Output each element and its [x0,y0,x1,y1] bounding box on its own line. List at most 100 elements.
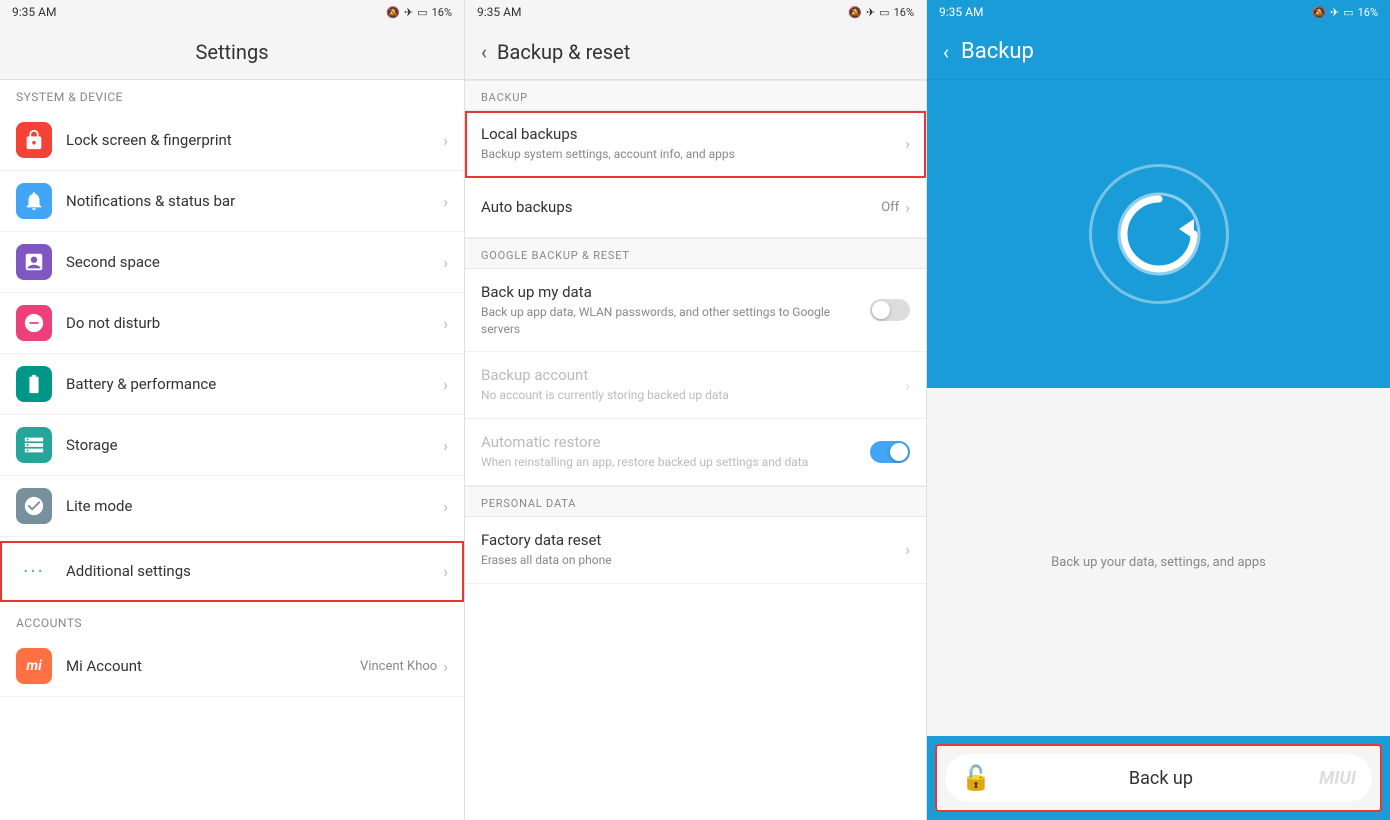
airplane-icon-r: ✈ [1330,6,1339,19]
notifications-label: Notifications & status bar [66,192,443,210]
backup-lock-icon: 🔓 [961,764,991,792]
battery-percent-m: 16% [894,6,914,19]
settings-title: Settings [16,40,448,64]
additional-settings-icon: ··· [16,553,52,589]
time-middle: 9:35 AM [477,5,521,19]
system-section-label: SYSTEM & DEVICE [0,80,464,110]
status-icons-left: 🔕 ✈ ▭ 16% [386,6,452,19]
mi-account-chevron: › [443,657,448,676]
status-bar-right: 9:35 AM 🔕 ✈ ▭ 16% [927,0,1390,24]
backup-subtitle: Back up your data, settings, and apps [1051,555,1266,570]
backup-reset-title: Backup & reset [497,40,910,64]
airplane-icon: ✈ [404,6,413,19]
airplane-icon-m: ✈ [866,6,875,19]
automatic-restore-item: Automatic restore When reinstalling an a… [465,419,926,486]
backup-bottom-bar[interactable]: 🔓 Back up MIUI [935,744,1382,812]
additional-settings-item[interactable]: ··· Additional settings › [0,541,464,602]
backup-header: ‹ Backup [927,24,1390,80]
lite-mode-chevron: › [443,497,448,516]
mi-account-text: Mi Account [66,657,360,675]
local-backups-item[interactable]: Local backups Backup system settings, ac… [465,111,926,178]
battery-text: Battery & performance [66,375,443,393]
backup-section-label: BACKUP [465,80,926,111]
battery-chevron: › [443,375,448,394]
second-space-item[interactable]: Second space › [0,232,464,293]
backup-button[interactable]: Back up [1003,768,1319,789]
do-not-disturb-text: Do not disturb [66,314,443,332]
time-left: 9:35 AM [12,5,56,19]
google-section-label: GOOGLE BACKUP & RESET [465,238,926,269]
battery-icon-m: ▭ [879,6,889,19]
lite-mode-label: Lite mode [66,497,443,515]
mi-account-item[interactable]: mi Mi Account Vincent Khoo › [0,636,464,697]
status-icons-middle: 🔕 ✈ ▭ 16% [848,6,914,19]
second-space-chevron: › [443,253,448,272]
time-right: 9:35 AM [939,5,983,19]
accounts-section-label: ACCOUNTS [0,606,464,636]
additional-settings-label: Additional settings [66,562,443,580]
auto-backups-title: Auto backups [481,198,881,216]
mi-account-value: Vincent Khoo [360,659,437,674]
silent-icon-r: 🔕 [1312,6,1326,19]
mi-account-icon: mi [16,648,52,684]
automatic-restore-subtitle: When reinstalling an app, restore backed… [481,454,870,471]
do-not-disturb-label: Do not disturb [66,314,443,332]
backup-my-data-subtitle: Back up app data, WLAN passwords, and ot… [481,304,870,338]
backup-account-item: Backup account No account is currently s… [465,352,926,419]
auto-backups-item[interactable]: Auto backups Off › [465,178,926,238]
backup-reset-back-arrow[interactable]: ‹ [481,40,487,64]
backup-account-subtitle: No account is currently storing backed u… [481,387,905,404]
lite-mode-icon [16,488,52,524]
lock-screen-chevron: › [443,131,448,150]
lock-screen-item[interactable]: Lock screen & fingerprint › [0,110,464,171]
battery-label: Battery & performance [66,375,443,393]
backup-back-arrow[interactable]: ‹ [943,40,949,64]
storage-label: Storage [66,436,443,454]
storage-item[interactable]: Storage › [0,415,464,476]
battery-icon-r: ▭ [1343,6,1353,19]
battery-item[interactable]: Battery & performance › [0,354,464,415]
lite-mode-text: Lite mode [66,497,443,515]
second-space-label: Second space [66,253,443,271]
backup-title: Backup [961,39,1034,64]
backup-reset-header: ‹ Backup & reset [465,24,926,80]
additional-settings-text: Additional settings [66,562,443,580]
do-not-disturb-item[interactable]: Do not disturb › [0,293,464,354]
silent-icon: 🔕 [386,6,400,19]
local-backups-title: Local backups [481,125,905,143]
backup-account-chevron: › [905,376,910,395]
notifications-chevron: › [443,192,448,211]
lite-mode-item[interactable]: Lite mode › [0,476,464,537]
backup-account-title: Backup account [481,366,905,384]
notifications-item[interactable]: Notifications & status bar › [0,171,464,232]
status-bar-middle: 9:35 AM 🔕 ✈ ▭ 16% [465,0,926,24]
backup-my-data-item[interactable]: Back up my data Back up app data, WLAN p… [465,269,926,353]
battery-icon-left: ▭ [417,6,427,19]
backup-my-data-title: Back up my data [481,283,870,301]
backup-my-data-text: Back up my data Back up app data, WLAN p… [481,283,870,338]
backup-button-container[interactable]: 🔓 Back up MIUI [945,754,1372,802]
storage-text: Storage [66,436,443,454]
backup-my-data-knob [872,301,890,319]
factory-reset-subtitle: Erases all data on phone [481,552,905,569]
lock-screen-icon [16,122,52,158]
battery-percent-r: 16% [1358,6,1378,19]
factory-reset-text: Factory data reset Erases all data on ph… [481,531,905,569]
automatic-restore-toggle[interactable] [870,441,910,463]
factory-reset-item[interactable]: Factory data reset Erases all data on ph… [465,517,926,584]
second-space-text: Second space [66,253,443,271]
status-bar-left: 9:35 AM 🔕 ✈ ▭ 16% [0,0,464,24]
backup-panel: 9:35 AM 🔕 ✈ ▭ 16% ‹ Backup Back up your … [927,0,1390,820]
auto-backups-text: Auto backups [481,198,881,216]
battery-icon [16,366,52,402]
automatic-restore-text: Automatic restore When reinstalling an a… [481,433,870,471]
storage-icon [16,427,52,463]
settings-panel: 9:35 AM 🔕 ✈ ▭ 16% Settings SYSTEM & DEVI… [0,0,465,820]
notifications-text: Notifications & status bar [66,192,443,210]
backup-my-data-toggle[interactable] [870,299,910,321]
factory-reset-title: Factory data reset [481,531,905,549]
do-not-disturb-chevron: › [443,314,448,333]
auto-backups-value: Off [881,200,899,215]
miui-watermark: MIUI [1319,768,1356,789]
automatic-restore-title: Automatic restore [481,433,870,451]
